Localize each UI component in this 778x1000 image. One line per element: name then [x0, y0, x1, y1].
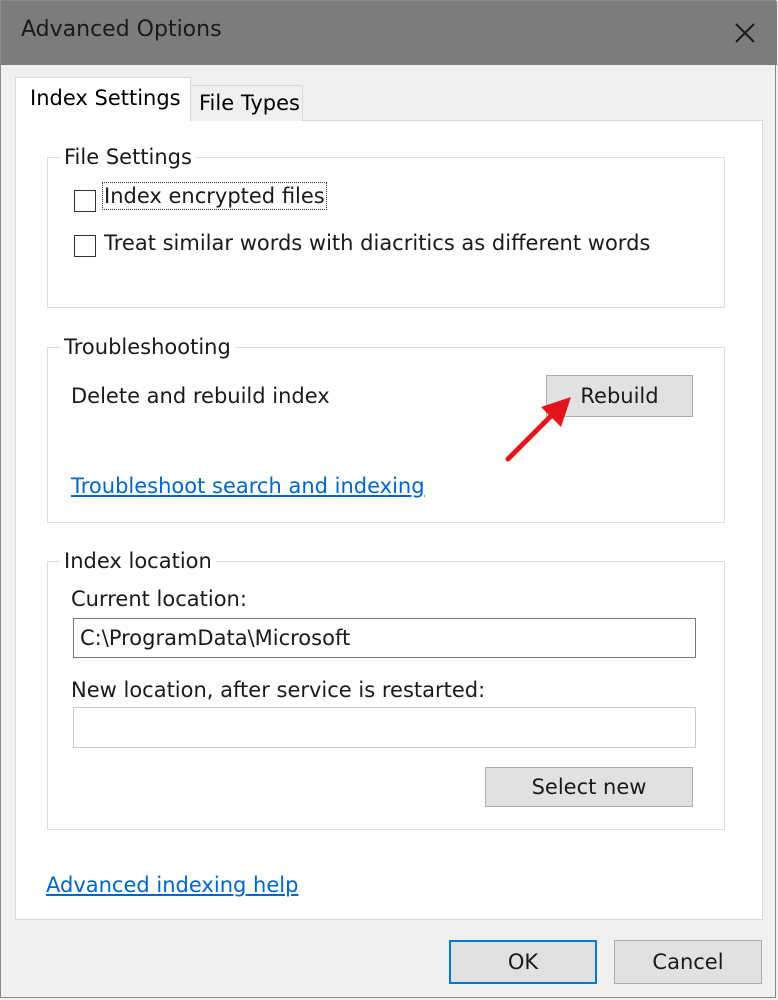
troubleshooting-legend: Troubleshooting	[64, 335, 231, 359]
file-settings-group: File Settings	[47, 145, 725, 308]
diacritics-checkbox[interactable]	[74, 235, 96, 257]
index-encrypted-files-label[interactable]: Index encrypted files	[102, 182, 327, 210]
rebuild-description: Delete and rebuild index	[71, 384, 330, 408]
index-location-legend: Index location	[64, 549, 212, 573]
red-arrow-annotation	[505, 397, 571, 462]
ok-button[interactable]: OK	[449, 940, 597, 984]
new-location-label: New location, after service is restarted…	[71, 678, 486, 702]
current-location-label: Current location:	[71, 587, 247, 611]
tab-index-settings[interactable]: Index Settings	[15, 77, 191, 121]
index-encrypted-files-checkbox[interactable]	[74, 190, 96, 212]
current-location-field[interactable]	[73, 618, 696, 658]
tab-file-types[interactable]: File Types	[190, 85, 303, 121]
title-bar[interactable]: Advanced Options	[1, 1, 777, 65]
tab-index-settings-label: Index Settings	[30, 86, 181, 110]
window-title: Advanced Options	[21, 17, 222, 42]
diacritics-label[interactable]: Treat similar words with diacritics as d…	[104, 231, 650, 255]
advanced-indexing-help-link[interactable]: Advanced indexing help	[46, 873, 298, 897]
new-location-field[interactable]	[73, 707, 696, 748]
close-button[interactable]	[713, 1, 777, 65]
file-settings-legend: File Settings	[64, 145, 192, 169]
advanced-options-dialog: Advanced Options Index Settings File Typ…	[0, 0, 777, 998]
cancel-button[interactable]: Cancel	[614, 940, 762, 984]
index-settings-panel: File Settings Index encrypted files Trea…	[15, 120, 763, 920]
close-icon	[735, 23, 755, 43]
select-new-button[interactable]: Select new	[485, 767, 693, 807]
troubleshoot-link[interactable]: Troubleshoot search and indexing	[71, 474, 425, 498]
tab-file-types-label: File Types	[199, 91, 300, 115]
